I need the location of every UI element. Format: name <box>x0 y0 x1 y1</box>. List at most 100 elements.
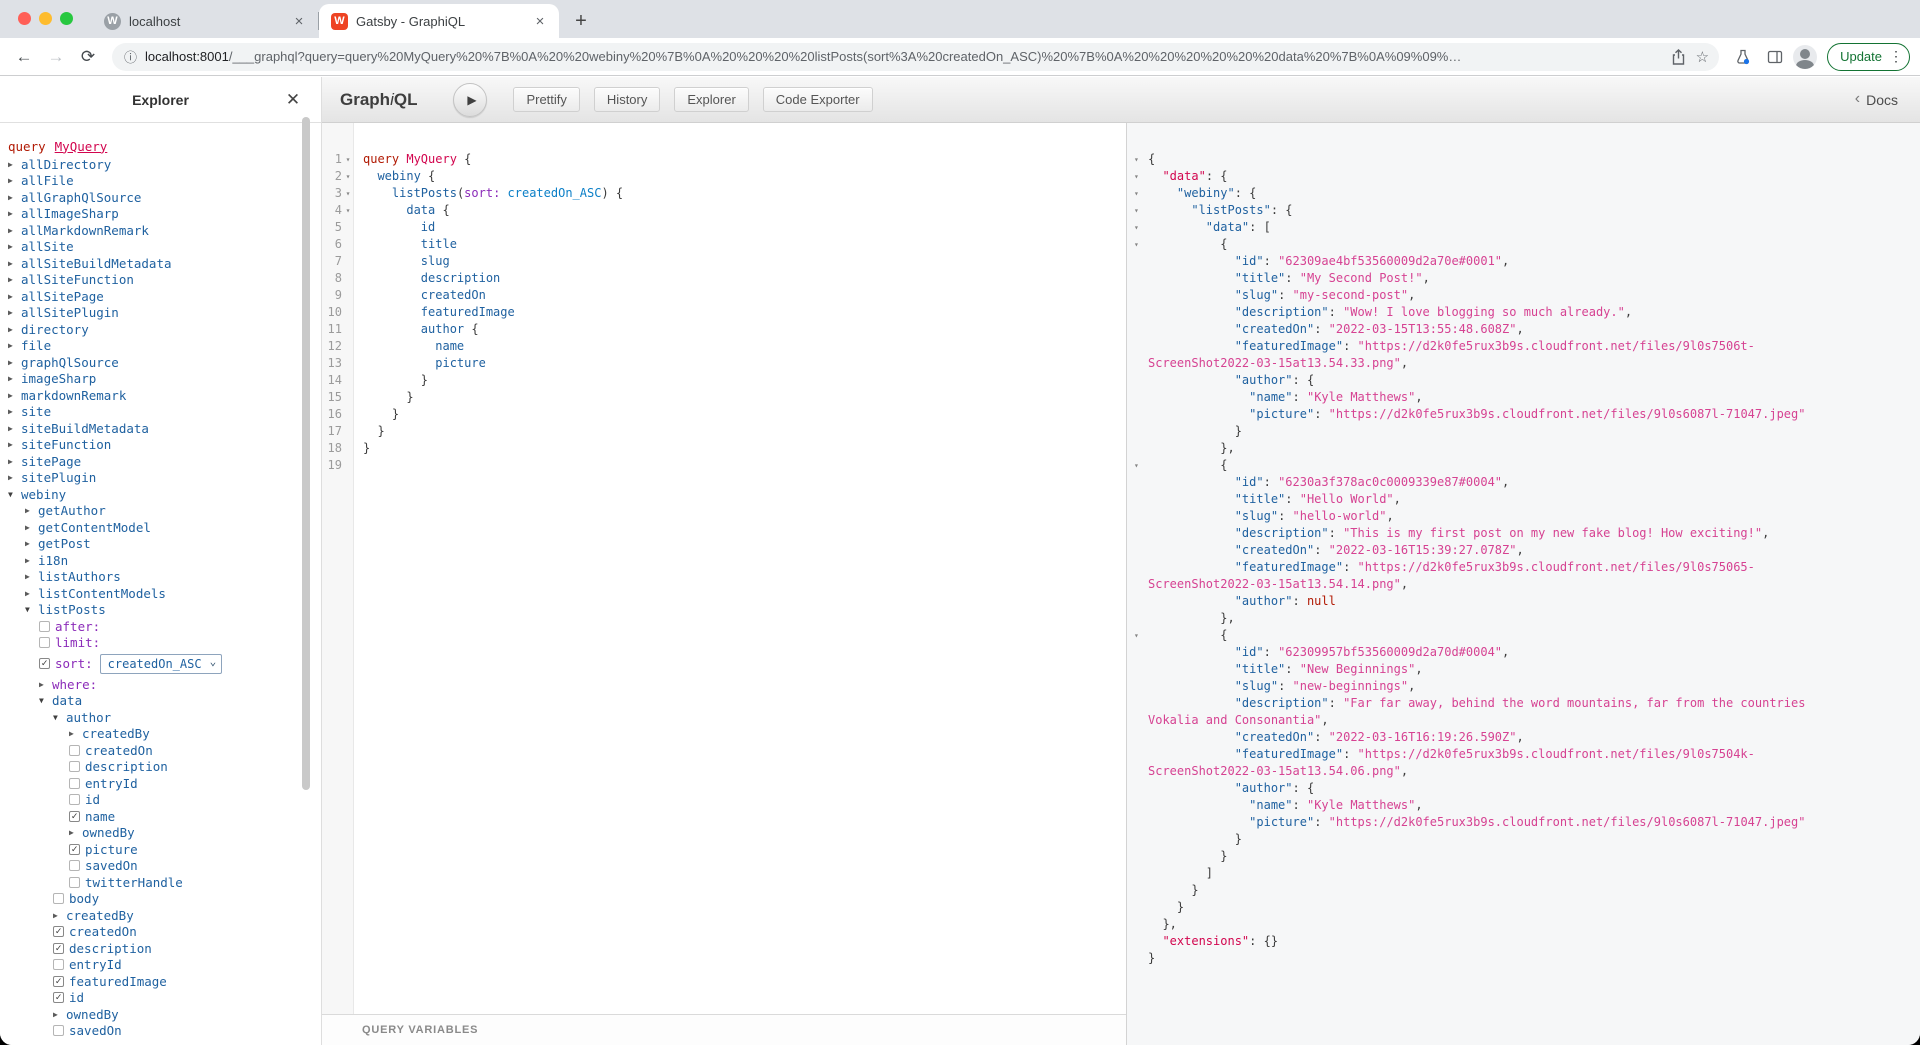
fold-arrow-icon[interactable]: ▾ <box>342 185 354 202</box>
explorer-row-createdBy[interactable]: ▶createdBy <box>0 907 321 924</box>
explorer-row-siteFunction[interactable]: ▶siteFunction <box>0 437 321 454</box>
toolbar-button-code-exporter[interactable]: Code Exporter <box>763 87 873 112</box>
field-checkbox[interactable] <box>69 860 80 871</box>
explorer-row-i18n[interactable]: ▶i18n <box>0 552 321 569</box>
collapse-arrow-icon[interactable]: ▼ <box>53 713 66 722</box>
expand-arrow-icon[interactable]: ▶ <box>8 391 21 400</box>
expand-arrow-icon[interactable]: ▶ <box>25 523 38 532</box>
explorer-row-ownedBy[interactable]: ▶ownedBy <box>0 1006 321 1023</box>
explorer-row-getContentModel[interactable]: ▶getContentModel <box>0 519 321 536</box>
explorer-row-allMarkdownRemark[interactable]: ▶allMarkdownRemark <box>0 222 321 239</box>
close-tab-icon[interactable]: × <box>290 12 308 30</box>
result-viewer[interactable]: ▾{▾ "data": {▾ "webiny": {▾ "listPosts":… <box>1126 123 1920 1045</box>
query-name[interactable]: MyQuery <box>55 139 108 154</box>
expand-arrow-icon[interactable]: ▶ <box>8 473 21 482</box>
expand-arrow-icon[interactable]: ▶ <box>8 193 21 202</box>
expand-arrow-icon[interactable]: ▶ <box>53 911 66 920</box>
field-checkbox[interactable]: ✓ <box>69 811 80 822</box>
field-checkbox[interactable] <box>69 877 80 888</box>
expand-arrow-icon[interactable]: ▶ <box>25 539 38 548</box>
explorer-row-entryId[interactable]: entryId <box>0 957 321 974</box>
forward-button[interactable]: → <box>42 43 70 71</box>
expand-arrow-icon[interactable]: ▶ <box>8 242 21 251</box>
explorer-row-file[interactable]: ▶file <box>0 338 321 355</box>
expand-arrow-icon[interactable]: ▶ <box>8 259 21 268</box>
expand-arrow-icon[interactable]: ▶ <box>69 729 82 738</box>
collapse-arrow-icon[interactable]: ▼ <box>39 696 52 705</box>
field-checkbox[interactable]: ✓ <box>53 976 64 987</box>
expand-arrow-icon[interactable]: ▶ <box>25 506 38 515</box>
expand-arrow-icon[interactable]: ▶ <box>25 556 38 565</box>
explorer-row-allGraphQlSource[interactable]: ▶allGraphQlSource <box>0 189 321 206</box>
field-checkbox[interactable] <box>39 621 50 632</box>
explorer-row-site[interactable]: ▶site <box>0 404 321 421</box>
toolbar-button-explorer[interactable]: Explorer <box>674 87 748 112</box>
maximize-window-button[interactable] <box>60 12 73 25</box>
explorer-row-sort[interactable]: ✓sort:createdOn_ASC⌄ <box>0 651 321 676</box>
expand-arrow-icon[interactable]: ▶ <box>8 275 21 284</box>
explorer-row-author[interactable]: ▼author <box>0 709 321 726</box>
explorer-row-limit[interactable]: limit: <box>0 635 321 652</box>
explorer-row-siteBuildMetadata[interactable]: ▶siteBuildMetadata <box>0 420 321 437</box>
field-checkbox[interactable] <box>69 761 80 772</box>
execute-query-button[interactable]: ▶ <box>453 83 487 117</box>
sort-select[interactable]: createdOn_ASC⌄ <box>100 654 223 674</box>
expand-arrow-icon[interactable]: ▶ <box>25 589 38 598</box>
fold-arrow-icon[interactable]: ▾ <box>1134 168 1139 185</box>
expand-arrow-icon[interactable]: ▶ <box>53 1010 66 1019</box>
explorer-row-listAuthors[interactable]: ▶listAuthors <box>0 569 321 586</box>
explorer-row-savedOn[interactable]: savedOn <box>0 1023 321 1040</box>
expand-arrow-icon[interactable]: ▶ <box>8 325 21 334</box>
field-checkbox[interactable]: ✓ <box>53 992 64 1003</box>
expand-arrow-icon[interactable]: ▶ <box>8 457 21 466</box>
field-checkbox[interactable]: ✓ <box>53 926 64 937</box>
explorer-row-listPosts[interactable]: ▼listPosts <box>0 602 321 619</box>
docs-button[interactable]: ‹ Docs <box>1855 92 1898 108</box>
collapse-arrow-icon[interactable]: ▼ <box>25 605 38 614</box>
fold-arrow-icon[interactable]: ▾ <box>342 202 354 219</box>
field-checkbox[interactable] <box>53 893 64 904</box>
fold-arrow-icon[interactable]: ▾ <box>1134 202 1139 219</box>
explorer-row-listContentModels[interactable]: ▶listContentModels <box>0 585 321 602</box>
extension-flask-icon[interactable] <box>1729 43 1757 71</box>
explorer-row-allSiteFunction[interactable]: ▶allSiteFunction <box>0 272 321 289</box>
explorer-row-sitePage[interactable]: ▶sitePage <box>0 453 321 470</box>
toolbar-button-prettify[interactable]: Prettify <box>513 87 579 112</box>
explorer-row-allSitePlugin[interactable]: ▶allSitePlugin <box>0 305 321 322</box>
browser-tab-localhost[interactable]: W localhost × <box>92 4 318 38</box>
explorer-row-createdOn[interactable]: createdOn <box>0 742 321 759</box>
field-checkbox[interactable] <box>39 637 50 648</box>
explorer-row-where[interactable]: ▶where: <box>0 676 321 693</box>
new-tab-button[interactable]: + <box>567 7 595 35</box>
close-tab-icon[interactable]: × <box>531 12 549 30</box>
query-editor[interactable]: 1▾query MyQuery {2▾ webiny {3▾ listPosts… <box>322 123 1126 1045</box>
expand-arrow-icon[interactable]: ▶ <box>8 226 21 235</box>
field-checkbox[interactable] <box>53 959 64 970</box>
address-bar[interactable]: ⓘ localhost:8001/___graphql?query=query%… <box>112 43 1719 71</box>
explorer-row-name[interactable]: ✓name <box>0 808 321 825</box>
fold-arrow-icon[interactable]: ▾ <box>1134 457 1139 474</box>
expand-arrow-icon[interactable]: ▶ <box>8 424 21 433</box>
explorer-row-savedOn[interactable]: savedOn <box>0 858 321 875</box>
expand-arrow-icon[interactable]: ▶ <box>25 572 38 581</box>
fold-arrow-icon[interactable]: ▾ <box>1134 151 1139 168</box>
explorer-row-entryId[interactable]: entryId <box>0 775 321 792</box>
fold-arrow-icon[interactable]: ▾ <box>1134 219 1139 236</box>
explorer-row-id[interactable]: id <box>0 792 321 809</box>
field-checkbox[interactable]: ✓ <box>69 844 80 855</box>
explorer-row-graphQlSource[interactable]: ▶graphQlSource <box>0 354 321 371</box>
expand-arrow-icon[interactable]: ▶ <box>8 358 21 367</box>
back-button[interactable]: ← <box>10 43 38 71</box>
explorer-row-allDirectory[interactable]: ▶allDirectory <box>0 156 321 173</box>
explorer-row-picture[interactable]: ✓picture <box>0 841 321 858</box>
expand-arrow-icon[interactable]: ▶ <box>8 292 21 301</box>
close-explorer-icon[interactable]: ✕ <box>283 90 303 110</box>
expand-arrow-icon[interactable]: ▶ <box>8 209 21 218</box>
explorer-row-allSite[interactable]: ▶allSite <box>0 239 321 256</box>
explorer-row-description[interactable]: ✓description <box>0 940 321 957</box>
bookmark-star-icon[interactable]: ☆ <box>1696 48 1709 66</box>
explorer-row-body[interactable]: body <box>0 891 321 908</box>
expand-arrow-icon[interactable]: ▶ <box>8 341 21 350</box>
close-window-button[interactable] <box>18 12 31 25</box>
query-variables-bar[interactable]: QUERY VARIABLES <box>322 1014 1126 1045</box>
